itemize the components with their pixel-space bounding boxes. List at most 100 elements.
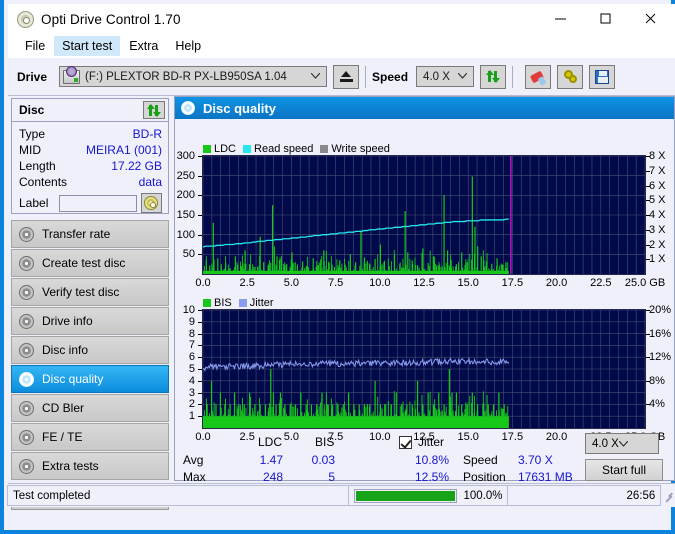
status-message: Test completed	[7, 485, 350, 506]
chevron-down-icon	[458, 73, 468, 79]
disc-info-rows: Type BD-R MID MEIRA1 (001) Length 17.22 …	[12, 122, 168, 213]
legend-label-ldc: LDC	[214, 143, 237, 155]
left-panel: Disc Type BD-R MID MEIRA1 (001) Length 1…	[8, 96, 173, 510]
legend-label-read-speed: Read speed	[254, 143, 314, 155]
close-icon[interactable]	[628, 4, 673, 34]
disc-icon	[19, 226, 34, 242]
menu-item-help[interactable]: Help	[167, 36, 209, 56]
y-axis-tickmark	[198, 345, 202, 347]
drive-select[interactable]: (F:) PLEXTOR BD-R PX-LB950SA 1.04	[59, 65, 328, 87]
y2-axis-tick: 12%	[649, 351, 672, 364]
y2-axis-tick: 6 X	[649, 179, 666, 192]
erase-button[interactable]	[525, 64, 552, 89]
y-axis-tickmark	[198, 369, 202, 370]
menu-item-extra[interactable]: Extra	[121, 36, 166, 56]
y-axis-tickmark	[198, 156, 202, 157]
sidebar-item-drive-info[interactable]: Drive info	[11, 307, 169, 335]
settings-button[interactable]	[557, 64, 584, 89]
disc-contents-value: data	[138, 175, 162, 189]
ldc-plot-area	[202, 155, 646, 275]
speed-select[interactable]: 4.0 X	[416, 66, 475, 87]
sidebar-item-cd-bler[interactable]: CD Bler	[11, 394, 169, 422]
menu-item-start-test[interactable]: Start test	[54, 36, 121, 56]
bis-plot-svg	[203, 310, 645, 428]
disc-label-caption: Label	[19, 196, 49, 210]
test-speed-select[interactable]: 4.0 X	[585, 433, 659, 454]
content-header: Disc quality	[175, 97, 674, 119]
y2-axis-tickmark	[646, 259, 650, 261]
x-axis-tick: 15.0	[457, 277, 479, 289]
status-progress-cell: 100.0%	[348, 485, 509, 506]
save-button[interactable]	[589, 64, 616, 89]
disc-panel-header: Disc	[12, 99, 168, 122]
sidebar-item-extra-tests[interactable]: Extra tests	[11, 452, 169, 480]
sidebar-item-fe-te[interactable]: FE / TE	[11, 423, 169, 451]
bis-plot-area	[202, 309, 646, 429]
resize-grip-icon[interactable]	[661, 490, 673, 502]
chevron-down-icon	[618, 440, 628, 447]
status-elapsed: 26:56	[507, 485, 662, 506]
sidebar-item-disc-quality[interactable]: Disc quality	[11, 365, 169, 393]
maximize-icon[interactable]	[583, 4, 628, 34]
refresh-icon	[486, 70, 501, 83]
disc-row-mid: MID MEIRA1 (001)	[19, 142, 162, 158]
disc-length-value: 17.22 GB	[111, 159, 162, 173]
legend-swatch-ldc	[203, 145, 211, 153]
x-axis-tick: 22.5	[590, 277, 612, 289]
sidebar-item-disc-info[interactable]: Disc info	[11, 336, 169, 364]
sidebar-item-create-test-disc[interactable]: Create test disc	[11, 249, 169, 277]
x-axis-tick: 7.5	[327, 277, 344, 289]
disc-label-input[interactable]	[58, 194, 137, 212]
legend-entry-bis: BIS	[203, 297, 232, 309]
minimize-icon[interactable]	[538, 4, 583, 34]
y2-axis-tick: 4 X	[649, 209, 666, 221]
y2-axis-tick: 20%	[649, 304, 672, 316]
ldc-chart-legend: LDC Read speed Write speed	[203, 143, 397, 155]
sidebar-item-label: Transfer rate	[42, 227, 111, 241]
y2-axis-tick: 5 X	[649, 194, 666, 207]
y2-axis-tickmark	[646, 244, 650, 246]
stats-row-label-avg: Avg	[183, 453, 204, 467]
y2-axis-tickmark	[646, 156, 650, 157]
speed-stat-label: Speed	[463, 453, 498, 467]
toolbar: Drive (F:) PLEXTOR BD-R PX-LB950SA 1.04 …	[8, 58, 675, 96]
y-axis-tickmark	[198, 380, 202, 382]
menu-bar: File Start test Extra Help	[8, 34, 675, 58]
y2-axis-tick: 3 X	[649, 223, 666, 236]
app-disc-icon	[17, 10, 34, 28]
legend-entry-write-speed: Write speed	[320, 143, 390, 155]
start-full-button[interactable]: Start full	[585, 459, 663, 481]
legend-swatch-read-speed	[243, 145, 252, 153]
sidebar-item-label: Extra tests	[42, 459, 99, 473]
menu-item-file[interactable]: File	[17, 36, 53, 56]
speed-label: Speed	[372, 69, 409, 84]
refresh-button[interactable]	[480, 64, 507, 89]
sidebar-item-verify-test-disc[interactable]: Verify test disc	[11, 278, 169, 306]
eject-button[interactable]	[333, 64, 360, 89]
y-axis-tick: 10	[182, 304, 195, 316]
refresh-icon	[147, 103, 161, 117]
disc-label-button[interactable]	[140, 193, 162, 213]
legend-swatch-write-speed	[320, 145, 329, 153]
gear-icon	[563, 69, 578, 84]
y-axis-tick: 300	[176, 150, 195, 162]
drive-icon	[63, 65, 81, 84]
sidebar-item-transfer-rate[interactable]: Transfer rate	[11, 220, 169, 248]
y2-axis-tick: 4%	[649, 398, 665, 411]
sidebar-item-label: CD Bler	[42, 401, 85, 415]
disc-refresh-button[interactable]	[143, 101, 165, 119]
y-axis-tickmark	[198, 357, 202, 359]
status-bar: Test completed 100.0% 26:56	[7, 483, 675, 507]
jitter-checkbox[interactable]	[399, 436, 412, 449]
legend-entry-read-speed: Read speed	[243, 143, 313, 155]
sidebar-item-label: FE / TE	[42, 430, 83, 444]
legend-entry-ldc: LDC	[203, 143, 236, 155]
test-speed-value: 4.0 X	[592, 437, 619, 450]
sidebar-item-label: Disc quality	[42, 372, 104, 386]
y2-axis-tickmark	[646, 333, 650, 335]
y2-axis-tickmark	[646, 404, 650, 406]
stats-ldc-avg: 1.47	[259, 453, 283, 467]
legend-entry-jitter: Jitter	[238, 297, 274, 309]
toolbar-divider-1	[365, 65, 367, 88]
x-axis-tick: 12.5	[413, 277, 435, 289]
